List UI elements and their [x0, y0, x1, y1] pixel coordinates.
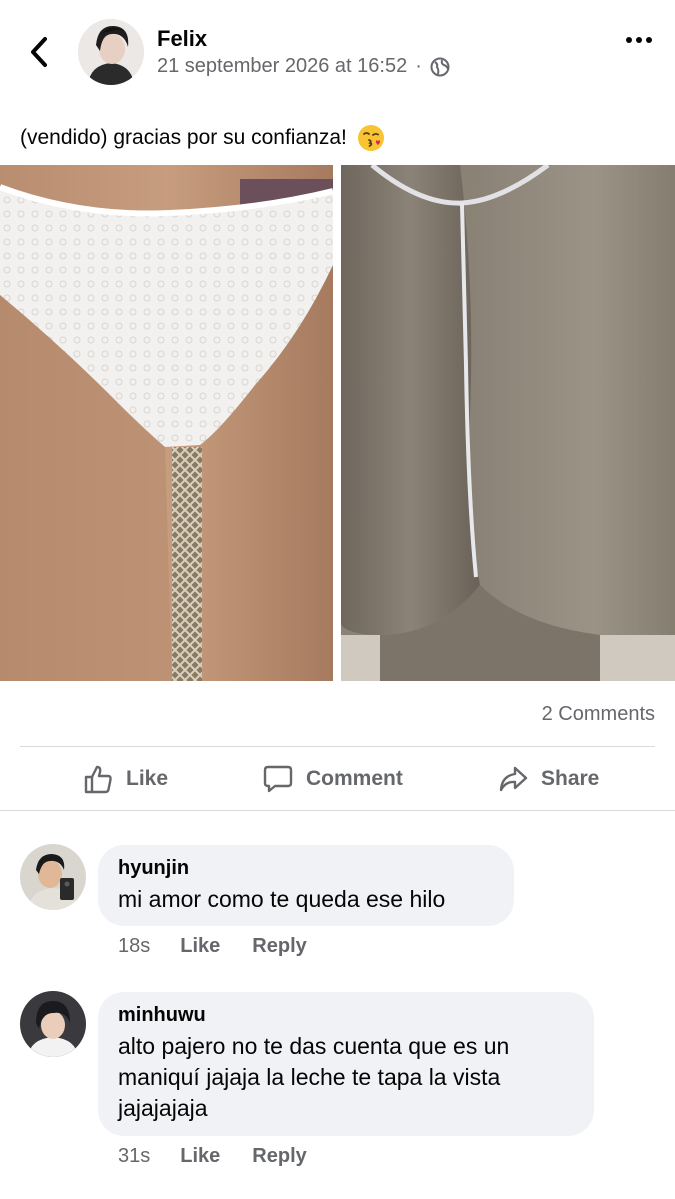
post-timestamp[interactable]: 21 september 2026 at 16:52: [157, 55, 407, 78]
more-options-button[interactable]: [619, 30, 659, 50]
more-dot-icon: [646, 37, 652, 43]
comments-count[interactable]: 2 Comments: [542, 703, 655, 726]
post-photo[interactable]: [0, 162, 675, 681]
comment-reply-button[interactable]: Reply: [252, 1145, 306, 1168]
comment-reply-button[interactable]: Reply: [252, 935, 306, 958]
post-meta: 21 september 2026 at 16:52 ·: [157, 55, 450, 78]
post-actions: Like Comment Share: [0, 748, 675, 810]
share-arrow-icon: [499, 766, 528, 792]
more-dot-icon: [626, 37, 632, 43]
comment-meta: 18s Like Reply: [118, 935, 307, 958]
thumbs-up-icon: [84, 765, 112, 794]
more-dot-icon: [636, 37, 642, 43]
back-button[interactable]: [22, 34, 56, 70]
author-avatar[interactable]: [78, 19, 144, 85]
comment-label: Comment: [306, 767, 403, 790]
comment-like-button[interactable]: Like: [180, 1145, 220, 1168]
commenter-avatar[interactable]: [20, 844, 86, 910]
share-button[interactable]: Share: [497, 748, 599, 810]
avatar-image: [20, 844, 86, 910]
comment-text: alto pajero no te das cuenta que es un m…: [118, 1033, 510, 1121]
comment-time: 18s: [118, 935, 151, 957]
comment-meta: 31s Like Reply: [118, 1145, 307, 1168]
share-label: Share: [541, 767, 600, 790]
comment-like-button[interactable]: Like: [180, 935, 220, 958]
author-name[interactable]: Felix: [157, 26, 207, 52]
comment-author[interactable]: hyunjin: [118, 857, 494, 880]
comment-time: 31s: [118, 1145, 151, 1167]
meta-separator: ·: [415, 55, 422, 77]
comment-bubble: hyunjin mi amor como te queda ese hilo: [98, 845, 514, 926]
chevron-left-icon: [31, 37, 47, 67]
post-text: (vendido) gracias por su confianza!: [20, 124, 385, 152]
kiss-face-emoji-icon: [357, 124, 385, 152]
like-button[interactable]: Like: [82, 748, 168, 810]
post-header: Felix 21 september 2026 at 16:52 ·: [0, 0, 675, 100]
avatar-image: [78, 19, 144, 85]
comment-bubble-icon: [263, 765, 293, 793]
globe-icon: [430, 57, 450, 77]
divider: [20, 746, 655, 747]
post-caption: (vendido) gracias por su confianza!: [20, 126, 347, 149]
comment-button[interactable]: Comment: [262, 748, 403, 810]
comment-author[interactable]: minhuwu: [118, 1004, 574, 1027]
avatar-image: [20, 991, 86, 1057]
comment-text: mi amor como te queda ese hilo: [118, 886, 446, 912]
commenter-avatar[interactable]: [20, 991, 86, 1057]
comment-bubble: minhuwu alto pajero no te das cuenta que…: [98, 992, 594, 1136]
post-image: [0, 162, 675, 681]
like-label: Like: [126, 767, 169, 790]
divider: [0, 810, 675, 811]
